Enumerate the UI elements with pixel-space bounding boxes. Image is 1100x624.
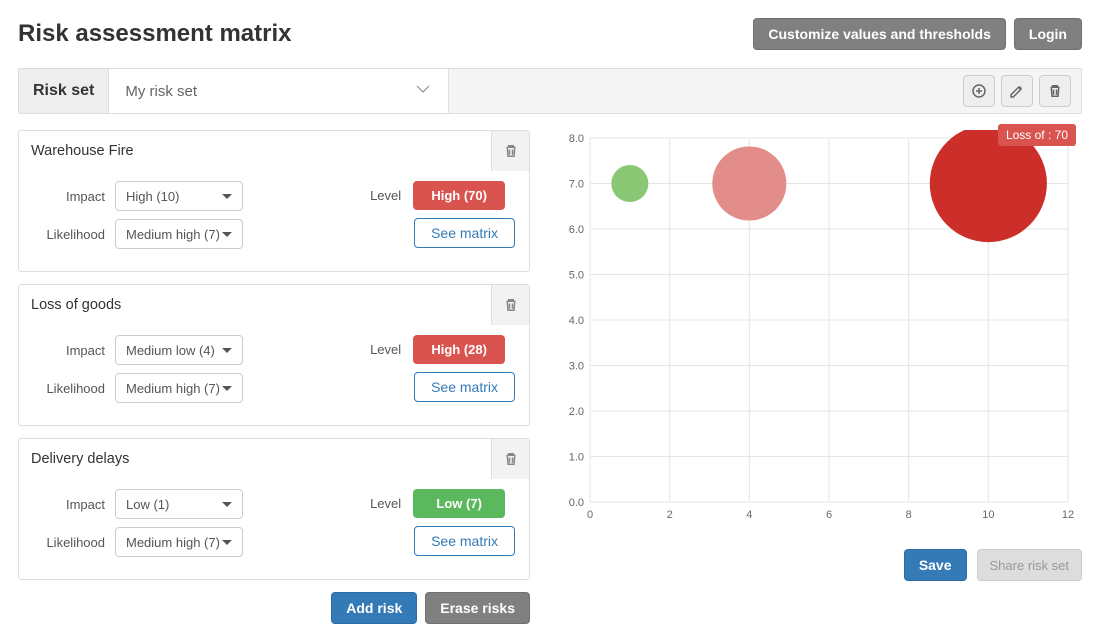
see-matrix-button[interactable]: See matrix — [414, 218, 515, 248]
impact-value: High (10) — [126, 189, 179, 204]
impact-select[interactable]: High (10) — [115, 181, 243, 211]
svg-text:0: 0 — [587, 509, 593, 521]
chart-bubble[interactable] — [930, 130, 1047, 242]
svg-text:8.0: 8.0 — [569, 133, 584, 145]
trash-icon — [502, 142, 520, 160]
risk-bubble-chart: 0.01.02.03.04.05.06.07.08.0024681012 Los… — [550, 130, 1080, 545]
caret-down-icon — [222, 348, 232, 353]
delete-risk-button[interactable] — [491, 439, 529, 479]
pencil-icon — [1008, 82, 1026, 100]
likelihood-value: Medium high (7) — [126, 381, 220, 396]
likelihood-label: Likelihood — [33, 535, 105, 550]
impact-label: Impact — [33, 497, 105, 512]
risk-set-bar: Risk set My risk set — [18, 68, 1082, 114]
svg-text:10: 10 — [982, 509, 994, 521]
likelihood-select[interactable]: Medium high (7) — [115, 219, 243, 249]
add-riskset-button[interactable] — [963, 75, 995, 107]
erase-risks-button[interactable]: Erase risks — [425, 592, 530, 624]
risk-card: Loss of goods Impact Medium low (4) Like… — [18, 284, 530, 426]
risk-card: Warehouse Fire Impact High (10) Likeliho… — [18, 130, 530, 272]
level-label: Level — [370, 496, 401, 511]
chart-tooltip: Loss of : 70 — [998, 124, 1076, 146]
likelihood-value: Medium high (7) — [126, 535, 220, 550]
level-label: Level — [370, 342, 401, 357]
level-badge: High (70) — [413, 181, 505, 210]
plus-circle-icon — [970, 82, 988, 100]
see-matrix-button[interactable]: See matrix — [414, 526, 515, 556]
svg-text:4.0: 4.0 — [569, 315, 584, 327]
svg-text:0.0: 0.0 — [569, 497, 584, 509]
caret-down-icon — [222, 386, 232, 391]
svg-text:2: 2 — [667, 509, 673, 521]
delete-risk-button[interactable] — [491, 131, 529, 171]
likelihood-select[interactable]: Medium high (7) — [115, 527, 243, 557]
see-matrix-button[interactable]: See matrix — [414, 372, 515, 402]
impact-label: Impact — [33, 343, 105, 358]
likelihood-value: Medium high (7) — [126, 227, 220, 242]
impact-select[interactable]: Low (1) — [115, 489, 243, 519]
chart-bubble[interactable] — [712, 146, 786, 220]
svg-text:6: 6 — [826, 509, 832, 521]
level-badge: Low (7) — [413, 489, 505, 518]
impact-value: Medium low (4) — [126, 343, 215, 358]
delete-risk-button[interactable] — [491, 285, 529, 325]
risk-set-value: My risk set — [125, 83, 197, 100]
caret-down-icon — [222, 540, 232, 545]
caret-down-icon — [222, 502, 232, 507]
risk-name: Delivery delays — [19, 439, 491, 479]
svg-text:4: 4 — [746, 509, 752, 521]
header-buttons: Customize values and thresholds Login — [753, 18, 1082, 50]
risk-set-select[interactable]: My risk set — [109, 69, 449, 113]
svg-text:7.0: 7.0 — [569, 179, 584, 191]
risk-card: Delivery delays Impact Low (1) Likelihoo… — [18, 438, 530, 580]
chevron-down-icon — [414, 80, 432, 102]
trash-icon — [1046, 82, 1064, 100]
trash-icon — [502, 296, 520, 314]
svg-text:8: 8 — [906, 509, 912, 521]
level-badge: High (28) — [413, 335, 505, 364]
impact-value: Low (1) — [126, 497, 169, 512]
likelihood-label: Likelihood — [33, 381, 105, 396]
impact-label: Impact — [33, 189, 105, 204]
svg-text:6.0: 6.0 — [569, 224, 584, 236]
svg-text:1.0: 1.0 — [569, 452, 584, 464]
page-title: Risk assessment matrix — [18, 20, 292, 48]
customize-button[interactable]: Customize values and thresholds — [753, 18, 1006, 50]
chart-bubble[interactable] — [611, 165, 648, 202]
likelihood-label: Likelihood — [33, 227, 105, 242]
level-label: Level — [370, 188, 401, 203]
impact-select[interactable]: Medium low (4) — [115, 335, 243, 365]
risk-name: Loss of goods — [19, 285, 491, 325]
edit-riskset-button[interactable] — [1001, 75, 1033, 107]
likelihood-select[interactable]: Medium high (7) — [115, 373, 243, 403]
trash-icon — [502, 450, 520, 468]
risk-name: Warehouse Fire — [19, 131, 491, 171]
login-button[interactable]: Login — [1014, 18, 1082, 50]
caret-down-icon — [222, 232, 232, 237]
caret-down-icon — [222, 194, 232, 199]
risk-set-label: Risk set — [19, 69, 109, 113]
svg-text:12: 12 — [1062, 509, 1074, 521]
svg-text:3.0: 3.0 — [569, 361, 584, 373]
save-button[interactable]: Save — [904, 549, 967, 581]
share-riskset-button[interactable]: Share risk set — [977, 549, 1082, 581]
delete-riskset-button[interactable] — [1039, 75, 1071, 107]
svg-text:5.0: 5.0 — [569, 270, 584, 282]
svg-text:2.0: 2.0 — [569, 406, 584, 418]
add-risk-button[interactable]: Add risk — [331, 592, 417, 624]
